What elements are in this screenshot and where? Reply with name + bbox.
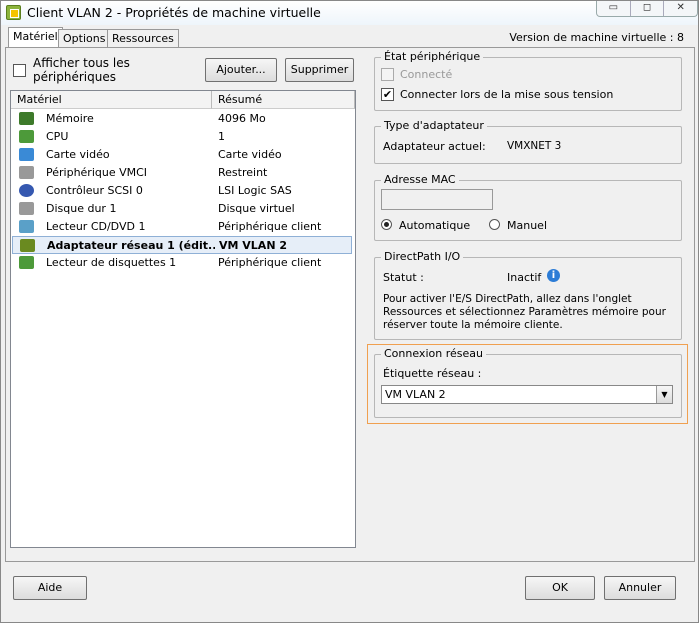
show-all-devices-checkbox[interactable] xyxy=(13,64,26,77)
hardware-name: Adaptateur réseau 1 (édit... xyxy=(47,239,215,252)
hardware-summary: Carte vidéo xyxy=(218,148,282,161)
hardware-row[interactable]: Lecteur de disquettes 1 Périphérique clie… xyxy=(12,254,352,272)
show-all-devices-label: Afficher tous les périphériques xyxy=(33,56,130,84)
hardware-summary: Périphérique client xyxy=(218,220,322,233)
hardware-row[interactable]: Périphérique VMCI Restreint xyxy=(12,164,352,182)
hardware-name: Lecteur CD/DVD 1 xyxy=(46,220,146,233)
add-button[interactable]: Ajouter... xyxy=(205,58,277,82)
manual-radio[interactable] xyxy=(489,219,500,230)
floppy-icon xyxy=(19,256,34,269)
directpath-info-text: Pour activer l'E/S DirectPath, allez dan… xyxy=(383,293,666,331)
hardware-name: Lecteur de disquettes 1 xyxy=(46,256,177,269)
disk-icon xyxy=(19,202,34,215)
manual-label: Manuel xyxy=(507,219,547,232)
maximize-button[interactable]: ◻ xyxy=(631,1,665,16)
directpath-status-value: Inactif xyxy=(507,271,542,284)
tab-resources[interactable]: Ressources xyxy=(107,29,179,47)
hardware-summary: 1 xyxy=(218,130,225,143)
mac-address-input[interactable] xyxy=(381,189,493,210)
tab-options[interactable]: Options xyxy=(58,29,111,47)
vm-version: Version de machine virtuelle : 8 xyxy=(509,31,684,44)
connected-checkbox[interactable] xyxy=(381,68,394,81)
window-title: Client VLAN 2 - Propriétés de machine vi… xyxy=(27,5,321,20)
group-legend: Adresse MAC xyxy=(381,173,459,186)
ok-button[interactable]: OK xyxy=(525,576,595,600)
group-legend: Type d'adaptateur xyxy=(381,119,487,132)
network-card-icon xyxy=(20,239,35,252)
info-icon[interactable]: i xyxy=(547,269,560,282)
current-adapter-label: Adaptateur actuel: xyxy=(383,140,486,153)
hardware-row[interactable]: CPU 1 xyxy=(12,128,352,146)
vsphere-logo-icon xyxy=(6,5,21,20)
cancel-button[interactable]: Annuler xyxy=(604,576,676,600)
automatic-radio[interactable] xyxy=(381,219,392,230)
hardware-name: Périphérique VMCI xyxy=(46,166,148,179)
hardware-name: Carte vidéo xyxy=(46,148,110,161)
cd-icon xyxy=(19,220,34,233)
monitor-icon xyxy=(19,148,34,161)
hardware-name: Contrôleur SCSI 0 xyxy=(46,184,143,197)
group-legend: DirectPath I/O xyxy=(381,250,464,263)
group-legend: État périphérique xyxy=(381,50,484,63)
current-adapter-value: VMXNET 3 xyxy=(507,140,562,152)
hardware-row[interactable]: Lecteur CD/DVD 1 Périphérique client xyxy=(12,218,352,236)
hardware-name: Disque dur 1 xyxy=(46,202,117,215)
title-bar[interactable]: Client VLAN 2 - Propriétés de machine vi… xyxy=(1,1,698,25)
connected-label: Connecté xyxy=(400,68,453,81)
hardware-list: Matériel Résumé Mémoire 4096 Mo CPU 1 Carte … xyxy=(10,90,356,548)
hardware-name: Mémoire xyxy=(46,112,94,125)
close-button[interactable]: ✕ xyxy=(664,1,697,16)
remove-button[interactable]: Supprimer xyxy=(285,58,354,82)
network-label-value: VM VLAN 2 xyxy=(385,388,446,401)
hardware-summary: Disque virtuel xyxy=(218,202,295,215)
network-label-label: Étiquette réseau : xyxy=(383,367,482,380)
connect-at-power-on-checkbox[interactable]: ✔ xyxy=(381,88,394,101)
device-state-group: État périphérique xyxy=(374,50,682,111)
hardware-row[interactable]: Adaptateur réseau 1 (édit... VM VLAN 2 xyxy=(12,236,352,254)
hardware-row[interactable]: Contrôleur SCSI 0 LSI Logic SAS xyxy=(12,182,352,200)
memory-icon xyxy=(19,112,34,125)
vm-properties-window: Client VLAN 2 - Propriétés de machine vi… xyxy=(0,0,699,623)
device-icon xyxy=(19,166,34,179)
hardware-row[interactable]: Disque dur 1 Disque virtuel xyxy=(12,200,352,218)
hardware-name: CPU xyxy=(46,130,69,143)
hardware-summary: LSI Logic SAS xyxy=(218,184,292,197)
minimize-button[interactable]: ▭ xyxy=(597,1,631,16)
column-header-summary[interactable]: Résumé xyxy=(212,91,355,109)
hardware-summary: Restreint xyxy=(218,166,268,179)
network-label-select[interactable]: VM VLAN 2 ▼ xyxy=(381,385,673,404)
tab-hardware[interactable]: Matériel xyxy=(8,27,63,48)
scsi-icon xyxy=(19,184,34,197)
chevron-down-icon[interactable]: ▼ xyxy=(656,386,672,403)
hardware-row[interactable]: Carte vidéo Carte vidéo xyxy=(12,146,352,164)
column-header-hardware[interactable]: Matériel xyxy=(11,91,212,109)
hardware-summary: 4096 Mo xyxy=(218,112,266,125)
connect-at-power-on-label: Connecter lors de la mise sous tension xyxy=(400,88,614,101)
cpu-icon xyxy=(19,130,34,143)
directpath-status-label: Statut : xyxy=(383,271,424,284)
hardware-row[interactable]: Mémoire 4096 Mo xyxy=(12,110,352,128)
automatic-label: Automatique xyxy=(399,219,471,232)
hardware-summary: VM VLAN 2 xyxy=(219,239,288,252)
group-legend: Connexion réseau xyxy=(381,347,486,360)
hardware-summary: Périphérique client xyxy=(218,256,322,269)
help-button[interactable]: Aide xyxy=(13,576,87,600)
